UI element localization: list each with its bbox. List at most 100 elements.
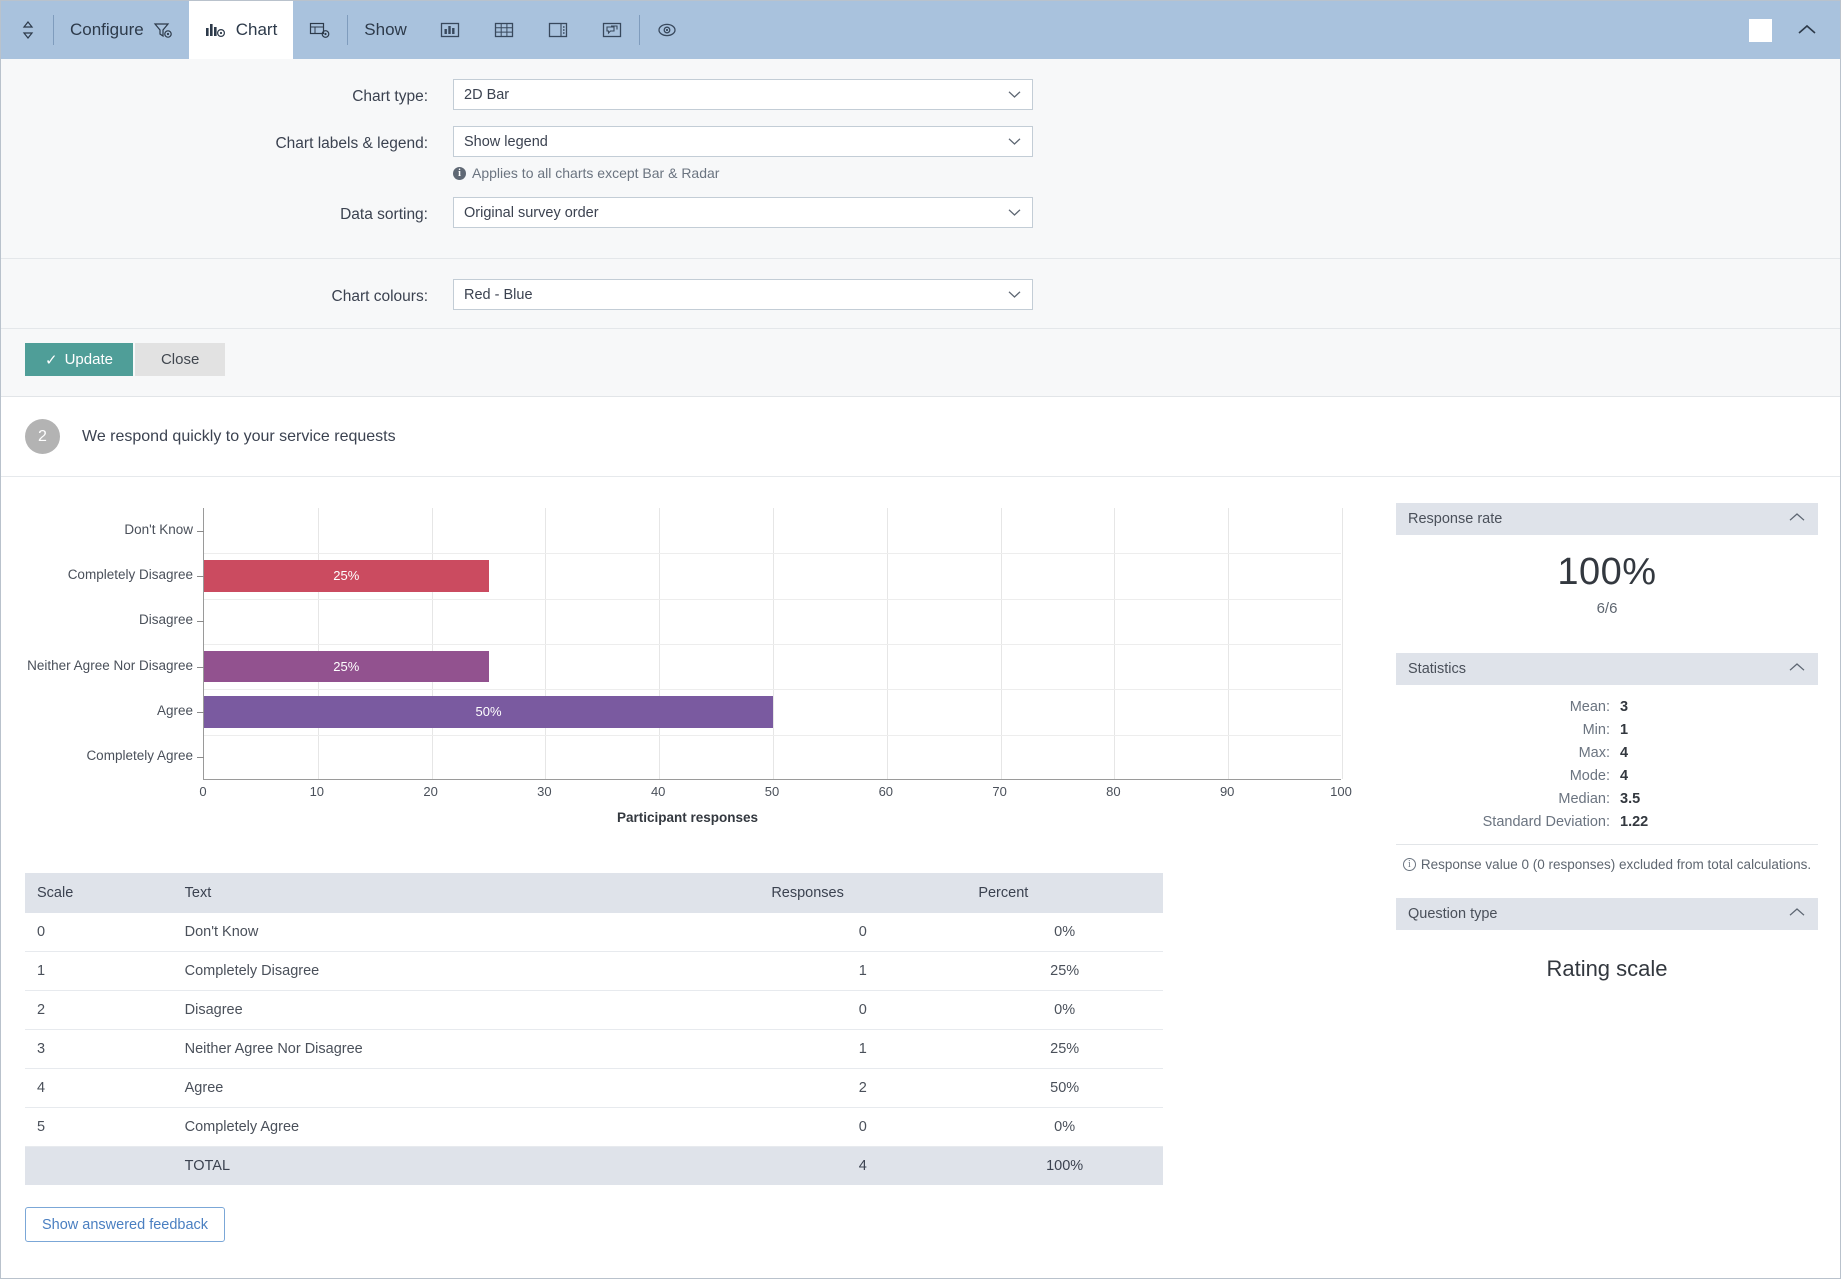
chart-bar[interactable]: 25% (204, 560, 489, 592)
chart-type-label: Chart type: (352, 88, 428, 105)
chart-bar[interactable]: 25% (204, 651, 489, 683)
cell-percent: 25% (966, 1029, 1163, 1069)
statistic-value: 3 (1620, 699, 1629, 715)
close-button[interactable]: Close (134, 343, 226, 376)
toggle-show-chart[interactable] (423, 1, 477, 59)
labels-legend-hint: i Applies to all charts except Bar & Rad… (453, 165, 1033, 181)
chart-bar-value-label: 25% (333, 568, 360, 584)
statistic-value: 4 (1620, 745, 1629, 761)
chevron-up-icon[interactable] (1788, 511, 1806, 527)
layout-gear-icon (309, 20, 331, 40)
cell-percent: 25% (966, 951, 1163, 991)
table-body: 0 Don't Know 0 0% 1 Completely Disagree 1 25% 2 D… (25, 913, 1163, 1185)
panel-response-rate: Response rate 100% 6/6 (1396, 503, 1818, 627)
labels-legend-hint-text: Applies to all charts except Bar & Radar (472, 165, 720, 181)
cell-scale: 0 (25, 913, 173, 952)
eye-icon (656, 20, 678, 40)
x-axis-tick-label: 100 (1330, 784, 1352, 799)
statistic-label: Mode: (1569, 768, 1610, 784)
update-check-icon: ✓ (45, 351, 58, 369)
y-axis-tick (197, 530, 204, 532)
panel-response-rate-body: 100% 6/6 (1396, 535, 1818, 627)
side-panel-icon (547, 20, 569, 40)
data-sorting-select[interactable]: Original survey order (453, 197, 1033, 228)
statistic-value: 1 (1620, 722, 1629, 738)
panel-response-rate-header[interactable]: Response rate (1396, 503, 1818, 535)
panel-response-rate-title: Response rate (1408, 511, 1503, 527)
x-axis-tick-label: 30 (537, 784, 552, 799)
show-answered-feedback-button[interactable]: Show answered feedback (25, 1207, 226, 1242)
labels-legend-select[interactable]: Show legend (453, 126, 1033, 157)
x-axis-tick-label: 0 (199, 784, 207, 799)
statistic-value: 1.22 (1620, 814, 1649, 830)
preview-button[interactable] (640, 1, 694, 59)
panel-question-type-header[interactable]: Question type (1396, 898, 1818, 930)
y-axis-category-label: Neither Agree Nor Disagree (27, 657, 193, 673)
chevron-up-icon[interactable] (1788, 906, 1806, 922)
response-table: Scale Text Responses Percent 0 Don't Know… (25, 873, 1163, 1185)
tab-configure[interactable]: Configure (54, 1, 189, 59)
cell-percent: 0% (966, 1107, 1163, 1147)
tab-layout[interactable] (293, 1, 347, 59)
statistic-row: Median: 3.5 (1402, 791, 1812, 807)
top-toolbar: Configure Chart Show (1, 1, 1840, 59)
toggle-show-panel[interactable] (531, 1, 585, 59)
update-button-label: Update (64, 351, 113, 368)
toggle-show-table[interactable] (477, 1, 531, 59)
y-axis-category-label: Completely Disagree (67, 566, 193, 582)
panel-spacer-1 (1396, 627, 1818, 653)
y-axis-tick (197, 757, 204, 759)
statistic-value: 3.5 (1620, 791, 1641, 807)
config-row-data-sorting: Data sorting: Original survey order (1, 197, 1840, 228)
table-grid-icon (493, 20, 515, 40)
cell-total-responses: 4 (759, 1146, 967, 1185)
show-label: Show (364, 20, 407, 39)
table-row: 1 Completely Disagree 1 25% (25, 951, 1163, 991)
x-axis-tick-label: 80 (1106, 784, 1121, 799)
chart-plot-area: Don't Know Completely Disagree 25% Disagree… (27, 508, 1343, 780)
panel-statistics-header[interactable]: Statistics (1396, 653, 1818, 685)
statistics-note: i Response value 0 (0 responses) exclude… (1396, 844, 1818, 872)
chart-colours-select[interactable]: Red - Blue (453, 279, 1033, 310)
left-column: Don't Know Completely Disagree 25% Disagree… (1, 477, 1374, 1278)
cell-text: Don't Know (172, 913, 760, 952)
panel-question-type-title: Question type (1408, 906, 1498, 922)
table-header: Scale Text Responses Percent (25, 873, 1163, 913)
question-number-badge: 2 (25, 419, 60, 454)
statistic-row: Max: 4 (1402, 745, 1812, 761)
tab-configure-label: Configure (70, 20, 144, 39)
x-axis-tick-label: 90 (1219, 784, 1235, 799)
update-button[interactable]: ✓ Update (25, 343, 133, 376)
chart-bar[interactable]: 50% (204, 696, 773, 728)
config-section-colours: Chart colours: Red - Blue (1, 259, 1840, 328)
app-window: Configure Chart Show Chart type: 2D Bar … (0, 0, 1841, 1279)
chart-colours-value: Red - Blue (464, 286, 533, 303)
cell-percent: 50% (966, 1068, 1163, 1108)
resize-handle-button[interactable] (1, 1, 53, 59)
cell-text: Disagree (172, 990, 760, 1030)
chevron-down-icon (1008, 80, 1021, 109)
main-content: Don't Know Completely Disagree 25% Disagree… (1, 477, 1840, 1278)
cell-total-label: TOTAL (172, 1146, 760, 1185)
table-header-row: Scale Text Responses Percent (25, 873, 1163, 913)
cell-responses: 1 (759, 951, 967, 991)
chart-bar-value-label: 25% (333, 659, 360, 675)
statistic-label: Min: (1582, 722, 1610, 738)
table-row: 4 Agree 2 50% (25, 1068, 1163, 1108)
chevron-up-icon[interactable] (1788, 661, 1806, 677)
window-box-icon[interactable] (1749, 18, 1772, 42)
toggle-show-comments[interactable] (585, 1, 639, 59)
config-row-chart-colours: Chart colours: Red - Blue (1, 279, 1840, 310)
info-icon: i (1402, 858, 1416, 871)
x-axis-tick-label: 10 (309, 784, 325, 799)
panel-spacer-2 (1396, 872, 1818, 898)
cell-percent: 0% (966, 990, 1163, 1030)
x-axis-tick-label: 60 (878, 784, 894, 799)
config-row-labels-legend: Chart labels & legend: Show legend i App… (1, 126, 1840, 181)
chevron-up-icon[interactable] (1796, 23, 1818, 37)
tab-chart[interactable]: Chart (188, 1, 294, 59)
cell-responses: 0 (759, 913, 967, 952)
chart-type-value: 2D Bar (464, 86, 510, 103)
y-axis-category-label: Disagree (138, 612, 193, 628)
chart-type-select[interactable]: 2D Bar (453, 79, 1033, 110)
